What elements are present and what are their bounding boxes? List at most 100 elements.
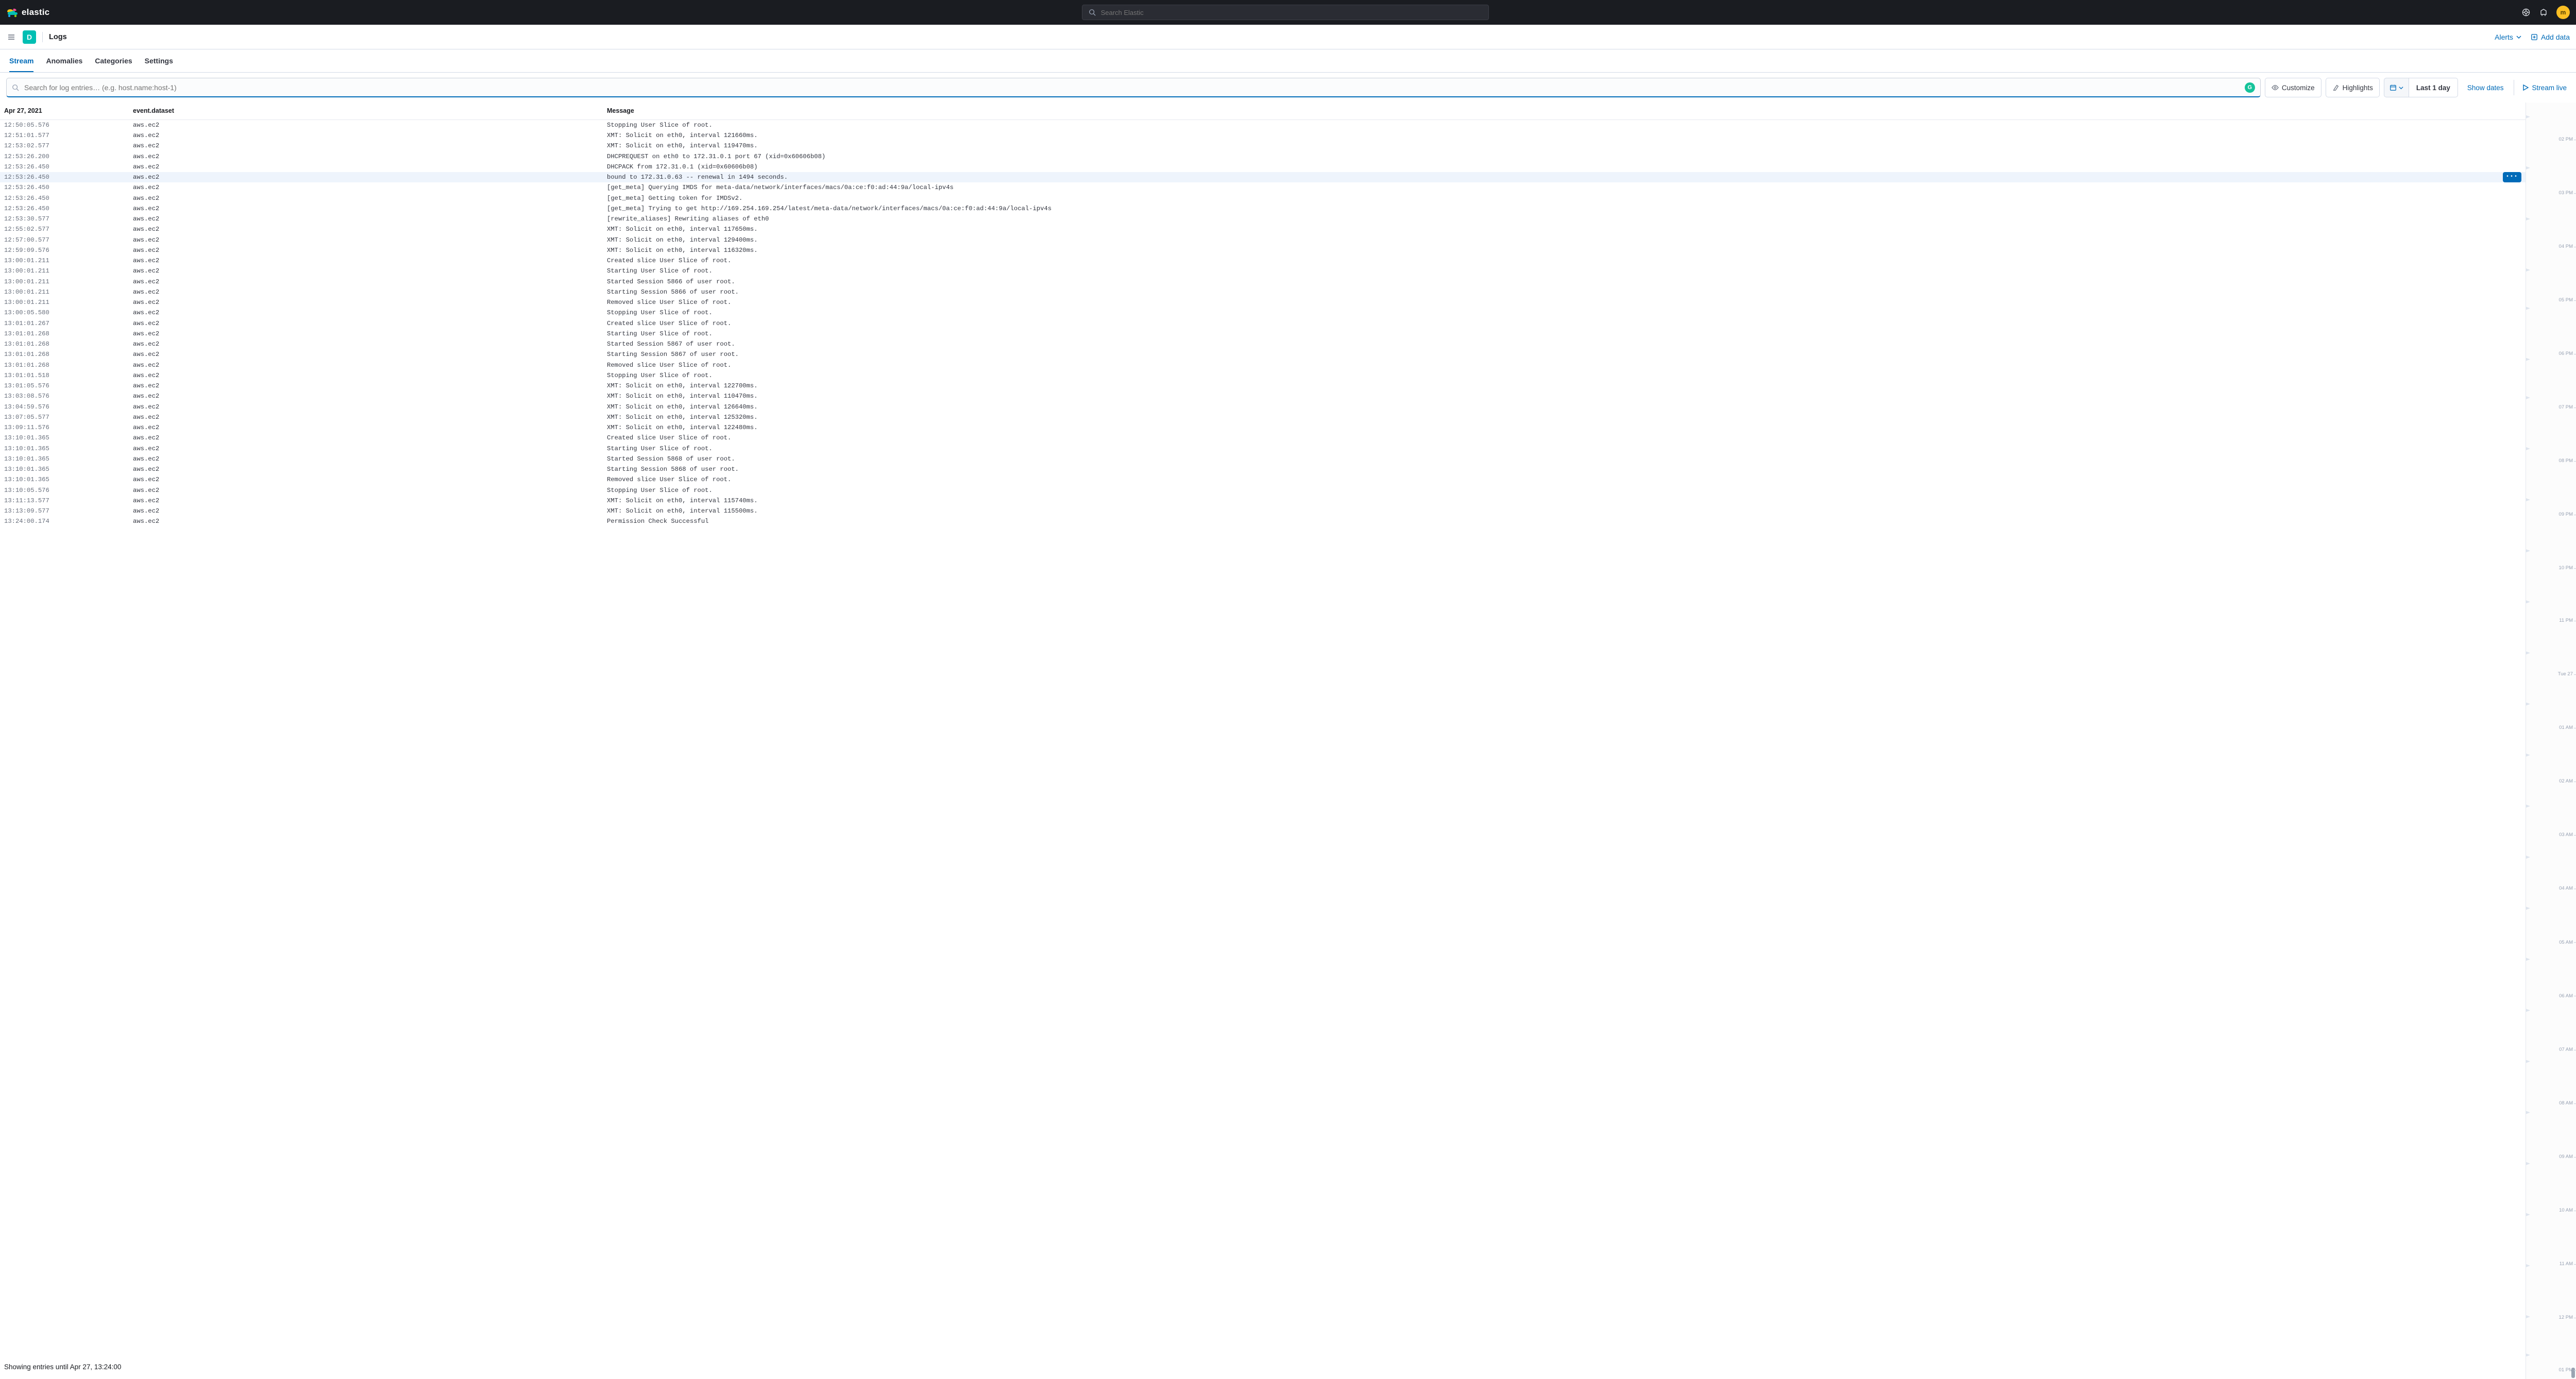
minimap-tick: 01 PM xyxy=(2559,1366,2573,1374)
log-row[interactable]: 12:50:05.576aws.ec2Stopping User Slice o… xyxy=(0,120,2526,130)
log-row[interactable]: 13:24:00.174aws.ec2Permission Check Succ… xyxy=(0,516,2526,526)
log-row[interactable]: 13:00:01.211aws.ec2Created slice User Sl… xyxy=(0,256,2526,266)
newsfeed-icon[interactable] xyxy=(2539,8,2548,17)
minimap-notch xyxy=(2526,217,2530,220)
log-row[interactable]: 12:57:00.577aws.ec2XMT: Solicit on eth0,… xyxy=(0,235,2526,245)
log-row[interactable]: 13:01:05.576aws.ec2XMT: Solicit on eth0,… xyxy=(0,381,2526,391)
log-minimap[interactable]: 02 PM03 PM04 PM05 PM06 PM07 PM08 PM09 PM… xyxy=(2526,103,2576,1379)
log-row[interactable]: 12:53:26.450aws.ec2DHCPACK from 172.31.0… xyxy=(0,162,2526,172)
row-more-button[interactable]: ••• xyxy=(2503,172,2521,182)
tab-stream[interactable]: Stream xyxy=(9,49,33,72)
log-row[interactable]: 13:10:01.365aws.ec2Removed slice User Sl… xyxy=(0,474,2526,485)
minimap-tick: 11 AM xyxy=(2560,1260,2573,1268)
log-message: Starting User Slice of root. xyxy=(603,329,2489,339)
log-dataset: aws.ec2 xyxy=(129,162,603,172)
log-row[interactable]: 12:53:26.450aws.ec2bound to 172.31.0.63 … xyxy=(0,172,2526,182)
time-picker-button[interactable] xyxy=(2384,78,2409,97)
log-message: XMT: Solicit on eth0, interval 119470ms. xyxy=(603,141,2489,151)
log-time: 13:00:01.211 xyxy=(0,287,129,297)
log-row[interactable]: 13:07:05.577aws.ec2XMT: Solicit on eth0,… xyxy=(0,412,2526,422)
customize-button[interactable]: Customize xyxy=(2265,78,2321,97)
help-icon[interactable] xyxy=(2521,8,2531,17)
log-row[interactable]: 13:00:05.580aws.ec2Stopping User Slice o… xyxy=(0,308,2526,318)
minimap-tick: 01 AM xyxy=(2559,724,2573,732)
plus-in-app-icon xyxy=(2531,33,2538,41)
log-row[interactable]: 12:59:09.576aws.ec2XMT: Solicit on eth0,… xyxy=(0,245,2526,256)
log-message: Created slice User Slice of root. xyxy=(603,256,2489,266)
log-row[interactable]: 13:01:01.518aws.ec2Stopping User Slice o… xyxy=(0,370,2526,381)
log-row[interactable]: 13:04:59.576aws.ec2XMT: Solicit on eth0,… xyxy=(0,402,2526,412)
log-message: Removed slice User Slice of root. xyxy=(603,360,2489,370)
log-dataset: aws.ec2 xyxy=(129,433,603,443)
query-bar: G Customize Highlights Last 1 day Show d… xyxy=(0,73,2576,103)
log-message: XMT: Solicit on eth0, interval 110470ms. xyxy=(603,391,2489,401)
log-row[interactable]: 13:10:01.365aws.ec2Started Session 5868 … xyxy=(0,454,2526,464)
log-row[interactable]: 13:11:13.577aws.ec2XMT: Solicit on eth0,… xyxy=(0,496,2526,506)
log-row[interactable]: 13:10:01.365aws.ec2Starting User Slice o… xyxy=(0,444,2526,454)
log-header-row: Apr 27, 2021 event.dataset Message xyxy=(0,103,2526,120)
brand-logo[interactable]: elastic xyxy=(6,7,49,18)
log-dataset: aws.ec2 xyxy=(129,151,603,162)
log-dataset: aws.ec2 xyxy=(129,224,603,234)
log-row[interactable]: 12:53:26.450aws.ec2[get_meta] Querying I… xyxy=(0,182,2526,193)
log-row[interactable]: 13:00:01.211aws.ec2Removed slice User Sl… xyxy=(0,297,2526,308)
elastic-logo-icon xyxy=(6,7,19,18)
log-row[interactable]: 13:09:11.576aws.ec2XMT: Solicit on eth0,… xyxy=(0,422,2526,433)
log-time: 12:53:26.450 xyxy=(0,182,129,193)
minimap-notch xyxy=(2526,1353,2530,1356)
tab-anomalies[interactable]: Anomalies xyxy=(46,49,82,72)
minimap-notch xyxy=(2526,856,2530,859)
tab-categories[interactable]: Categories xyxy=(95,49,132,72)
log-time: 13:24:00.174 xyxy=(0,516,129,526)
log-time: 13:10:01.365 xyxy=(0,444,129,454)
log-row[interactable]: 13:00:01.211aws.ec2Starting User Slice o… xyxy=(0,266,2526,276)
log-row[interactable]: 12:53:26.200aws.ec2DHCPREQUEST on eth0 t… xyxy=(0,151,2526,162)
log-row[interactable]: 13:00:01.211aws.ec2Started Session 5866 … xyxy=(0,277,2526,287)
log-row[interactable]: 13:10:01.365aws.ec2Starting Session 5868… xyxy=(0,464,2526,474)
log-row[interactable]: 13:01:01.268aws.ec2Started Session 5867 … xyxy=(0,339,2526,349)
log-row[interactable]: 12:53:02.577aws.ec2XMT: Solicit on eth0,… xyxy=(0,141,2526,151)
space-badge[interactable]: D xyxy=(23,30,36,44)
log-row[interactable]: 13:00:01.211aws.ec2Starting Session 5866… xyxy=(0,287,2526,297)
log-message: Permission Check Successful xyxy=(603,516,2489,526)
grammarly-icon: G xyxy=(2245,82,2255,93)
minimap-notch xyxy=(2526,1264,2530,1267)
stream-live-button[interactable]: Stream live xyxy=(2519,78,2570,97)
log-time: 12:50:05.576 xyxy=(0,120,129,130)
log-message: [get_meta] Trying to get http://169.254.… xyxy=(603,203,2489,214)
log-row[interactable]: 13:01:01.268aws.ec2Starting Session 5867… xyxy=(0,349,2526,360)
log-row[interactable]: 12:53:26.450aws.ec2[get_meta] Trying to … xyxy=(0,203,2526,214)
log-message: XMT: Solicit on eth0, interval 122700ms. xyxy=(603,381,2489,391)
minimap-notch xyxy=(2526,1315,2530,1318)
log-row[interactable]: 12:53:30.577aws.ec2[rewrite_aliases] Rew… xyxy=(0,214,2526,224)
highlights-button[interactable]: Highlights xyxy=(2326,78,2380,97)
log-row[interactable]: 13:13:09.577aws.ec2XMT: Solicit on eth0,… xyxy=(0,506,2526,516)
global-search-input[interactable] xyxy=(1101,9,1484,16)
tab-bar: Stream Anomalies Categories Settings xyxy=(0,49,2576,73)
log-row[interactable]: 13:01:01.267aws.ec2Created slice User Sl… xyxy=(0,318,2526,329)
user-avatar[interactable]: m xyxy=(2556,6,2570,19)
show-dates-button[interactable]: Show dates xyxy=(2462,78,2509,97)
log-row[interactable]: 13:01:01.268aws.ec2Removed slice User Sl… xyxy=(0,360,2526,370)
log-row[interactable]: 12:53:26.450aws.ec2[get_meta] Getting to… xyxy=(0,193,2526,203)
log-row[interactable]: 13:01:01.268aws.ec2Starting User Slice o… xyxy=(0,329,2526,339)
log-time: 13:03:08.576 xyxy=(0,391,129,401)
log-row[interactable]: 12:55:02.577aws.ec2XMT: Solicit on eth0,… xyxy=(0,224,2526,234)
log-row[interactable]: 13:03:08.576aws.ec2XMT: Solicit on eth0,… xyxy=(0,391,2526,401)
log-row[interactable]: 13:10:01.365aws.ec2Created slice User Sl… xyxy=(0,433,2526,443)
time-picker-label[interactable]: Last 1 day xyxy=(2409,78,2458,97)
log-dataset: aws.ec2 xyxy=(129,297,603,308)
log-row[interactable]: 12:51:01.577aws.ec2XMT: Solicit on eth0,… xyxy=(0,130,2526,141)
minimap-notch xyxy=(2526,958,2530,961)
log-message: Stopping User Slice of root. xyxy=(603,485,2489,496)
minimap-notch xyxy=(2526,307,2530,310)
nav-toggle-icon[interactable] xyxy=(6,32,16,42)
log-body[interactable]: 12:50:05.576 aws.ec2 Stopping User Slice o… xyxy=(0,120,2526,1355)
tab-settings[interactable]: Settings xyxy=(145,49,173,72)
log-message: Started Session 5866 of user root. xyxy=(603,277,2489,287)
alerts-dropdown[interactable]: Alerts xyxy=(2495,33,2521,41)
log-search-input[interactable] xyxy=(24,83,2240,92)
add-data-button[interactable]: Add data xyxy=(2531,33,2570,41)
log-message: Stopping User Slice of root. xyxy=(603,120,2489,130)
log-row[interactable]: 13:10:05.576aws.ec2Stopping User Slice o… xyxy=(0,485,2526,496)
